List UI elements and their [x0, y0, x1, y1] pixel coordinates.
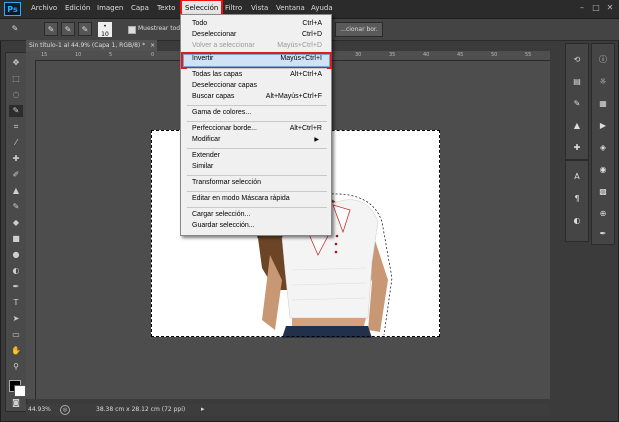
selection-menu: Todo Ctrl+A Deseleccionar Ctrl+D Volver a …	[180, 14, 332, 236]
menu-item-label: Todas las capas	[192, 71, 243, 78]
zoom-level[interactable]: 44.93%	[28, 406, 51, 413]
menu-item-cargar-seleccion[interactable]: Cargar selección...	[192, 211, 322, 218]
play-action-icon[interactable]: ▶	[596, 120, 610, 132]
panel-dock-1: ⟲ ▤ ✎ ▲ ✚	[565, 43, 589, 160]
color-icon[interactable]: ◉	[596, 164, 610, 176]
menu-item-mascara-rapida[interactable]: Editar en modo Máscara rápida	[192, 195, 322, 202]
menu-item-label: Similar	[192, 163, 214, 170]
menu-item-label: Deseleccionar capas	[192, 82, 257, 89]
menu-item-label: Cargar selección...	[192, 211, 251, 218]
clone-source-icon[interactable]: ▲	[570, 120, 584, 132]
menu-item-label: Todo	[192, 20, 208, 27]
properties-icon[interactable]: ▤	[570, 76, 584, 88]
channels-icon[interactable]: ◐	[570, 215, 584, 227]
menu-item-label: Editar en modo Máscara rápida	[192, 195, 290, 202]
navigator-icon[interactable]: ⊕	[596, 208, 610, 220]
menu-item-invertir[interactable]: Invertir Mayús+Ctrl+I	[192, 55, 322, 62]
menu-separator	[187, 175, 327, 176]
info-icon[interactable]: ⓘ	[596, 54, 610, 66]
menu-separator	[187, 105, 327, 106]
brush-panel-icon[interactable]: ✎	[570, 98, 584, 110]
character-icon[interactable]: A	[570, 171, 584, 183]
swatches-icon[interactable]: ▩	[596, 186, 610, 198]
menu-item-shortcut: Ctrl+D	[301, 31, 322, 38]
status-menu-arrow-icon[interactable]: ▸	[201, 405, 205, 413]
menu-item-label: Guardar selección...	[192, 222, 255, 229]
menu-item-label: Extender	[192, 152, 221, 159]
menu-item-label: Volver a seleccionar	[192, 42, 255, 49]
submenu-arrow-icon: ▶	[314, 137, 319, 143]
menu-item-transformar-seleccion[interactable]: Transformar selección	[192, 179, 322, 186]
menu-item-shortcut: Alt+Ctrl+A	[290, 71, 322, 78]
styles-icon[interactable]: ▦	[596, 98, 610, 110]
menu-item-label: Perfeccionar borde...	[192, 125, 257, 132]
menu-item-similar[interactable]: Similar	[192, 163, 322, 170]
menu-item-shortcut: Alt+Mayús+Ctrl+F	[265, 93, 322, 100]
menu-item-todo[interactable]: Todo Ctrl+A	[192, 20, 322, 27]
menu-item-label: Invertir	[192, 55, 214, 62]
paths-icon[interactable]: ✒	[596, 228, 610, 240]
menu-item-extender[interactable]: Extender	[192, 152, 322, 159]
status-bar: 44.93% ◎ 38.38 cm x 28.12 cm (72 ppi) ▸	[26, 404, 550, 416]
document-size: 38.38 cm x 28.12 cm (72 ppi)	[96, 406, 186, 413]
menu-item-gama-de-colores[interactable]: Gama de colores...	[192, 109, 322, 116]
share-icon[interactable]: ◎	[60, 405, 70, 415]
menu-separator	[187, 68, 327, 69]
panel-dock-3: ⓘ ☼ ▦ ▶ ◈ ◉ ▩ ⊕ ✒	[591, 43, 615, 245]
menu-separator	[187, 207, 327, 208]
menu-item-shortcut: Mayús+Ctrl+I	[280, 55, 322, 62]
menu-item-deseleccionar-capas[interactable]: Deseleccionar capas	[192, 82, 322, 89]
menu-item-label: Gama de colores...	[192, 109, 252, 116]
menu-item-label: Deseleccionar	[192, 31, 237, 38]
menu-separator	[187, 191, 327, 192]
menu-item-todas-las-capas[interactable]: Todas las capas Alt+Ctrl+A	[192, 71, 322, 78]
tool-presets-icon[interactable]: ✚	[570, 142, 584, 154]
adjustments-icon[interactable]: ☼	[596, 76, 610, 88]
menu-item-shortcut: Mayús+Ctrl+D	[277, 42, 322, 49]
menu-item-buscar-capas[interactable]: Buscar capas Alt+Mayús+Ctrl+F	[192, 93, 322, 100]
menu-separator	[187, 121, 327, 122]
menu-item-deseleccionar[interactable]: Deseleccionar Ctrl+D	[192, 31, 322, 38]
menu-item-guardar-seleccion[interactable]: Guardar selección...	[192, 222, 322, 229]
menu-item-label: Modificar	[192, 136, 221, 143]
paragraph-icon[interactable]: ¶	[570, 193, 584, 205]
menu-item-volver-a-seleccionar[interactable]: Volver a seleccionar Mayús+Ctrl+D	[192, 42, 322, 49]
menu-item-shortcut: Alt+Ctrl+R	[289, 125, 322, 132]
menu-item-label: Transformar selección	[192, 179, 261, 186]
layers-icon[interactable]: ◈	[596, 142, 610, 154]
menu-item-perfeccionar-borde[interactable]: Perfeccionar borde... Alt+Ctrl+R	[192, 125, 322, 132]
menu-item-label: Buscar capas	[192, 93, 235, 100]
menu-item-shortcut: Ctrl+A	[302, 20, 322, 27]
menu-item-modificar[interactable]: Modificar ▶	[192, 136, 322, 143]
menu-separator	[187, 148, 327, 149]
panel-dock-2: A ¶ ◐	[565, 160, 589, 242]
history-icon[interactable]: ⟲	[570, 54, 584, 66]
